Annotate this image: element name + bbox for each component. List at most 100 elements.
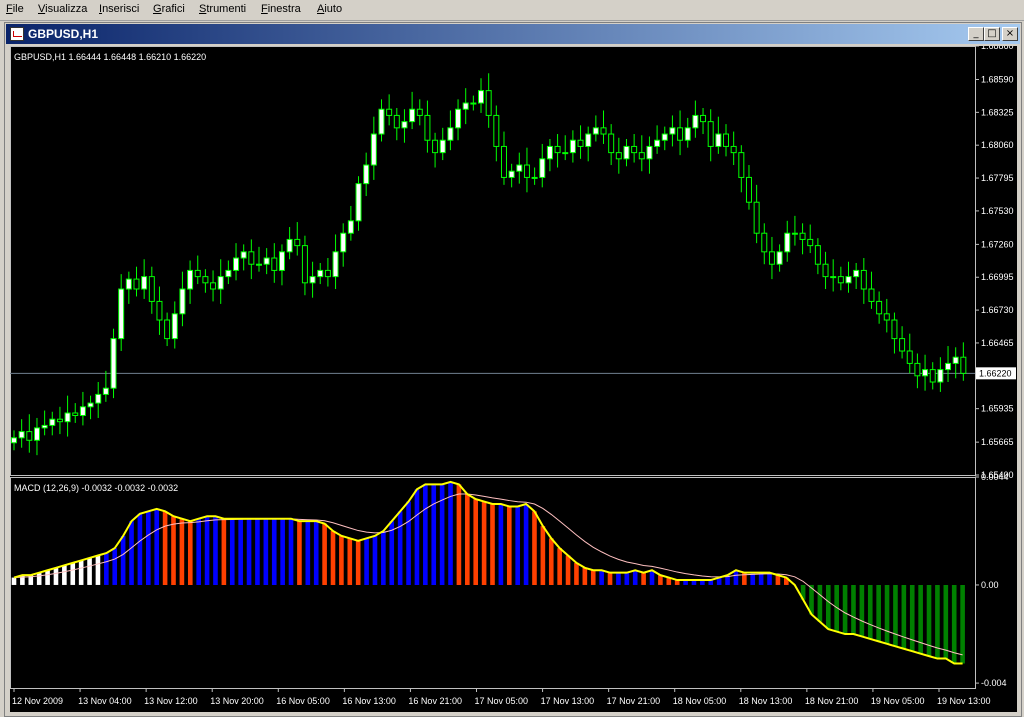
candle-body <box>33 427 40 441</box>
menu-visualizza[interactable]: Visualizza <box>38 3 87 15</box>
price-tick-label: 1.65935 <box>981 404 1014 414</box>
candle-body <box>845 276 852 284</box>
price-tick-label: 1.68060 <box>981 140 1014 150</box>
candle-body <box>600 127 607 135</box>
candle-body <box>64 412 71 423</box>
candle-body <box>378 108 385 135</box>
candle-body <box>700 114 707 123</box>
candle-body <box>79 406 86 416</box>
candle-body <box>523 164 530 178</box>
candle-body <box>906 350 913 364</box>
candle-body <box>562 152 569 155</box>
candle-body <box>393 114 400 129</box>
time-tick-label: 13 Nov 20:00 <box>210 696 264 706</box>
candle-body <box>233 257 240 271</box>
candle-body <box>478 90 485 104</box>
time-tick-label: 13 Nov 12:00 <box>144 696 198 706</box>
candle-body <box>638 152 645 160</box>
candle-body <box>278 251 285 271</box>
candle-body <box>952 356 959 364</box>
window-title: GBPUSD,H1 <box>28 27 99 41</box>
candle-body <box>370 133 377 166</box>
time-tick-label: 12 Nov 2009 <box>12 696 63 706</box>
candle-body <box>753 201 760 234</box>
candle-body <box>853 269 860 278</box>
candle-body <box>202 276 209 284</box>
time-tick-label: 16 Nov 13:00 <box>342 696 396 706</box>
candle-body <box>569 139 576 154</box>
menu-aiuto[interactable]: Aiuto <box>317 3 342 15</box>
candle-body <box>485 90 492 116</box>
candle-body <box>791 232 798 235</box>
menu-file[interactable]: File <box>6 3 24 15</box>
time-tick-label: 17 Nov 21:00 <box>607 696 661 706</box>
candle-body <box>363 164 370 185</box>
candle-body <box>125 278 132 290</box>
price-tick-label: 1.67260 <box>981 239 1014 249</box>
close-button[interactable]: × <box>1002 27 1018 41</box>
maximize-button[interactable]: □ <box>984 27 1000 41</box>
candle-body <box>784 232 791 253</box>
price-tick-label: 1.68860 <box>981 46 1014 51</box>
candle-body <box>18 431 25 439</box>
candle-body <box>447 127 454 141</box>
candle-body <box>102 387 109 395</box>
time-tick-label: 18 Nov 21:00 <box>805 696 859 706</box>
candle-body <box>432 139 439 154</box>
candle-body <box>455 108 462 129</box>
macd-tick-label: 0.0044 <box>981 472 1009 482</box>
macd-tick-label: 0.00 <box>981 580 999 590</box>
time-tick-label: 19 Nov 05:00 <box>871 696 925 706</box>
chart-icon <box>10 27 24 41</box>
candle-body <box>585 133 592 147</box>
candle-body <box>500 145 507 178</box>
candle-body <box>615 152 622 160</box>
chart-area[interactable]: GBPUSD,H1 1.66444 1.66448 1.66210 1.6622… <box>10 41 1017 712</box>
price-tick-label: 1.66465 <box>981 338 1014 348</box>
chart-window-titlebar[interactable]: GBPUSD,H1 _ □ × <box>6 24 1020 44</box>
candle-body <box>439 139 446 154</box>
candle-body <box>592 127 599 135</box>
macd-tick-label: -0.004 <box>981 678 1007 688</box>
candle-body <box>225 269 232 278</box>
candle-body <box>210 282 217 290</box>
candle-body <box>830 276 837 279</box>
candle-body <box>141 276 148 290</box>
menu-strumenti[interactable]: Strumenti <box>199 3 246 15</box>
candle-body <box>133 278 140 290</box>
candle-body <box>164 319 171 340</box>
menu-finestra[interactable]: Finestra <box>261 3 301 15</box>
menu-bar: File Visualizza Inserisci Grafici Strume… <box>0 0 1024 21</box>
price-pane-label: GBPUSD,H1 1.66444 1.66448 1.66210 1.6622… <box>14 52 206 62</box>
candle-body <box>171 313 178 340</box>
candle-body <box>723 133 730 147</box>
candle-body <box>554 145 561 154</box>
candle-body <box>799 232 806 240</box>
candle-body <box>72 412 79 416</box>
candle-body <box>684 127 691 141</box>
time-tick-label: 17 Nov 13:00 <box>541 696 595 706</box>
menu-grafici[interactable]: Grafici <box>153 3 185 15</box>
price-tick-label: 1.67795 <box>981 173 1014 183</box>
chart-canvas[interactable]: GBPUSD,H1 1.66444 1.66448 1.66210 1.6622… <box>10 41 1017 712</box>
candle-body <box>286 238 293 253</box>
candle-body <box>661 133 668 141</box>
candle-body <box>707 121 714 147</box>
minimize-button[interactable]: _ <box>968 27 984 41</box>
candle-body <box>883 313 890 321</box>
candle-body <box>814 245 821 265</box>
candle-body <box>945 362 952 371</box>
candle-body <box>95 393 102 404</box>
price-tick-label: 1.67530 <box>981 206 1014 216</box>
candle-body <box>294 238 301 247</box>
candle-body <box>386 108 393 116</box>
time-tick-label: 19 Nov 13:00 <box>937 696 991 706</box>
candle-body <box>761 232 768 253</box>
candle-body <box>470 102 477 105</box>
candle-body <box>891 319 898 340</box>
candle-body <box>631 145 638 154</box>
price-tick-label: 1.65665 <box>981 437 1014 447</box>
menu-inserisci[interactable]: Inserisci <box>99 3 139 15</box>
candle-body <box>110 338 117 389</box>
candle-body <box>11 437 17 444</box>
